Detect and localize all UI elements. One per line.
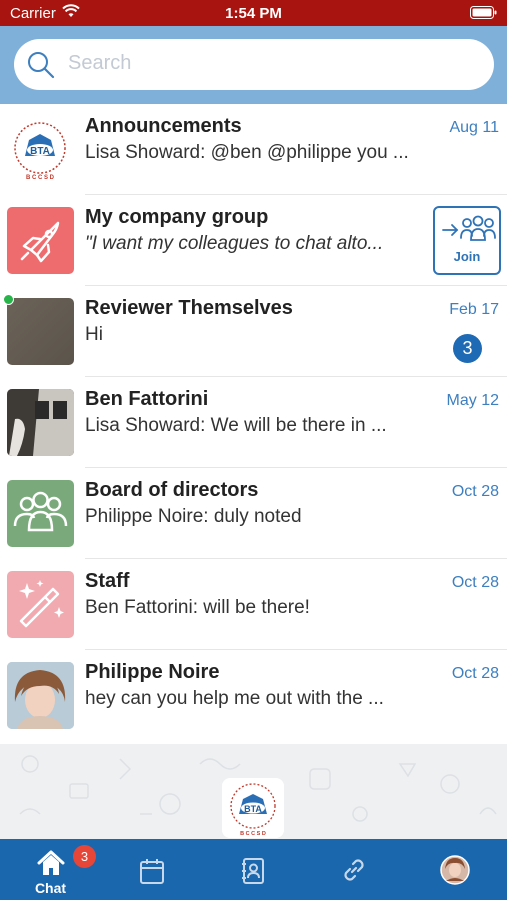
bta-logo-avatar: BTA B C C S D: [7, 116, 74, 183]
profile-avatar: [440, 855, 470, 885]
tab-label: Chat: [34, 880, 67, 896]
chat-name: Board of directors: [85, 479, 259, 501]
chat-row-ben-fattorini[interactable]: Ben Fattorini Lisa Showard: We will be t…: [0, 377, 507, 468]
chat-list: BTA B C C S D Announcements Lisa Showard…: [0, 104, 507, 744]
svg-text:B C C S D: B C C S D: [26, 175, 55, 181]
chat-row-board-of-directors[interactable]: Board of directors Philippe Noire: duly …: [0, 468, 507, 559]
chat-preview: Lisa Showard: @ben @philippe you ...: [85, 142, 409, 163]
group-icon: [7, 480, 74, 547]
svg-text:BTA: BTA: [30, 146, 50, 157]
clock: 1:54 PM: [225, 5, 282, 22]
background-pattern: BTA B C C S D: [0, 744, 507, 839]
svg-text:B C C S D: B C C S D: [240, 831, 266, 837]
contacts-icon: [242, 858, 264, 884]
ben-fattorini-avatar: [7, 389, 74, 456]
chat-name: Ben Fattorini: [85, 388, 209, 410]
chat-name: Reviewer Themselves: [85, 297, 293, 319]
search-input[interactable]: Search: [14, 39, 494, 90]
philippe-noire-avatar: [7, 662, 74, 729]
tab-chat[interactable]: 3 Chat: [0, 839, 101, 900]
chat-name: Staff: [85, 570, 130, 592]
chat-date: Aug 11: [449, 119, 499, 136]
search-placeholder: Search: [68, 52, 132, 74]
join-button[interactable]: Join: [433, 206, 501, 275]
chat-row-staff[interactable]: Staff Ben Fattorini: will be there! Oct …: [0, 559, 507, 650]
chat-badge: 3: [73, 845, 96, 868]
online-indicator: [3, 294, 14, 305]
chat-date: Oct 28: [451, 665, 499, 682]
status-bar: Carrier 1:54 PM: [0, 0, 507, 26]
chat-row-reviewer-themselves[interactable]: Reviewer Themselves Hi Feb 17 3: [0, 286, 507, 377]
magic-wand-icon: [7, 571, 74, 638]
tab-profile[interactable]: [404, 839, 505, 900]
join-label: Join: [453, 249, 481, 264]
chat-name: Philippe Noire: [85, 661, 220, 683]
tab-links[interactable]: [303, 839, 404, 900]
reviewer-avatar: [7, 298, 74, 365]
svg-text:BTA: BTA: [244, 804, 262, 814]
link-icon: [344, 859, 364, 881]
tab-contacts[interactable]: [202, 839, 303, 900]
chat-preview: Lisa Showard: We will be there in ...: [85, 415, 387, 436]
home-icon: [37, 850, 65, 875]
chat-date: May 12: [446, 392, 499, 409]
bta-logo: BTA B C C S D: [222, 778, 284, 838]
unread-count-badge: 3: [453, 334, 482, 363]
chat-date: Oct 28: [451, 483, 499, 500]
calendar-icon: [140, 859, 164, 884]
chat-date: Oct 28: [451, 574, 499, 591]
search-bar-container: Search: [0, 26, 507, 104]
chat-preview: Ben Fattorini: will be there!: [85, 597, 310, 618]
rocket-icon: [7, 207, 74, 274]
chat-name: My company group: [85, 206, 269, 228]
chat-preview: hey can you help me out with the ...: [85, 688, 384, 709]
chat-preview: Hi: [85, 324, 103, 345]
chat-row-announcements[interactable]: BTA B C C S D Announcements Lisa Showard…: [0, 104, 507, 195]
battery-icon: [470, 6, 497, 23]
tab-calendar[interactable]: [101, 839, 202, 900]
chat-date: Feb 17: [449, 301, 499, 318]
chat-row-my-company-group[interactable]: My company group "I want my colleagues t…: [0, 195, 507, 286]
chat-row-philippe-noire[interactable]: Philippe Noire hey can you help me out w…: [0, 650, 507, 741]
chat-preview: Philippe Noire: duly noted: [85, 506, 302, 527]
join-group-icon: [442, 215, 496, 241]
tab-bar: 3 Chat: [0, 839, 507, 900]
chat-preview: "I want my colleagues to chat alto...: [85, 233, 384, 254]
chat-name: Announcements: [85, 115, 242, 137]
search-icon: [28, 52, 55, 79]
